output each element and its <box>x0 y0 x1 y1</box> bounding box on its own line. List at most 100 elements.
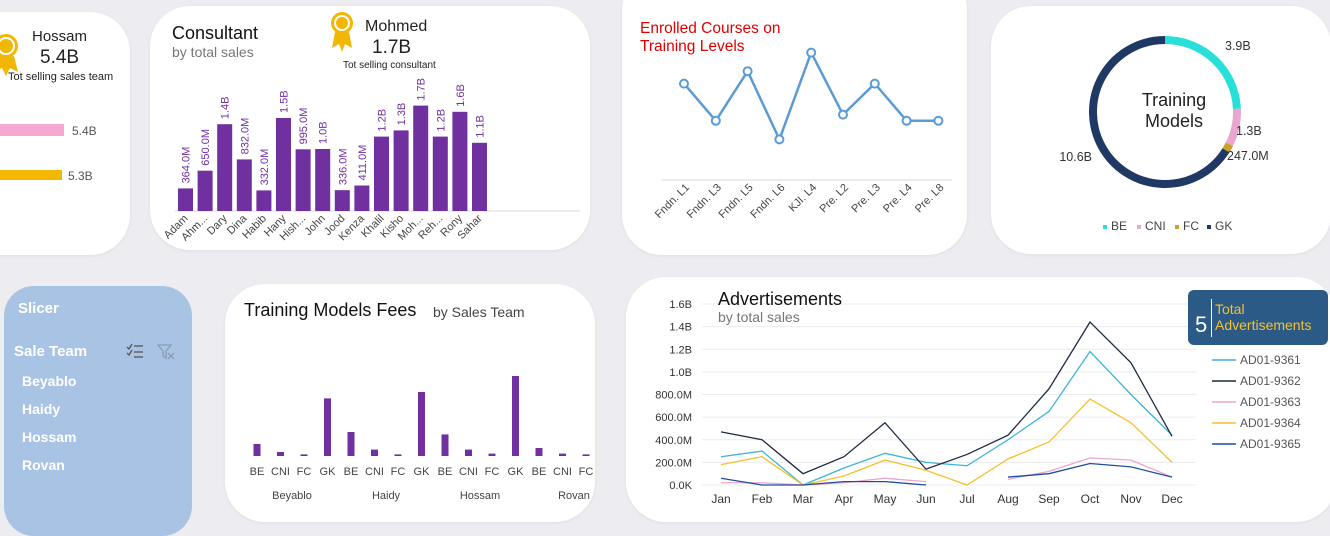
slicer-item-beyablo[interactable]: Beyablo <box>22 373 76 389</box>
fees-bar <box>300 454 308 456</box>
ads-ytick-label: 800.0M <box>655 390 692 402</box>
consultant-bar-label: 364.0M <box>181 147 193 184</box>
consultant-category-label: Dary <box>205 212 230 237</box>
ads-xtick-label: Dec <box>1161 492 1182 506</box>
consultant-bar-label: 1.6B <box>455 84 467 107</box>
fees-group-label: Rovan <box>558 490 590 502</box>
ads-xtick-label: Apr <box>835 492 854 506</box>
donut-label: 1.3B <box>1236 124 1262 138</box>
consultant-bar-label: 411.0M <box>357 145 369 181</box>
slicer-title: Slicer <box>18 300 59 317</box>
consultant-bar-label: 332.0M <box>259 149 271 186</box>
consultant-bar <box>295 149 311 211</box>
consultant-bar <box>452 111 468 211</box>
ads-ytick-label: 1.4B <box>669 322 692 334</box>
ads-series-line <box>720 321 1173 475</box>
ads-xtick-label: May <box>874 492 897 506</box>
consultant-bar <box>374 136 389 211</box>
consultant-bar <box>413 105 429 211</box>
courses-point <box>901 115 912 126</box>
fees-bar <box>441 434 449 456</box>
ads-ytick-label: 0.0K <box>669 480 692 492</box>
consultant-bar <box>217 124 233 211</box>
fees-category-label: BE <box>438 466 453 478</box>
consultant-bar <box>334 190 350 211</box>
donut-center-line1: Training <box>1141 90 1207 110</box>
top-sales-team-value: 5.4B <box>40 47 80 68</box>
fees-category-label: FC <box>391 466 406 478</box>
courses-point <box>869 78 880 89</box>
consultant-bar-chart: 364.0MAdam650.0MAhm...1.4BDary832.0MDina… <box>162 78 580 244</box>
ads-xtick-label: Nov <box>1120 492 1141 506</box>
training-models-card: 3.9B 1.3B 247.0M 10.6B BE CNI FC GK Training Mo… <box>991 6 1330 254</box>
fees-category-label: BE <box>532 466 547 478</box>
ads-ytick-label: 1.2B <box>669 344 692 356</box>
fees-bar <box>535 448 543 456</box>
fees-category-label: FC <box>485 466 500 478</box>
slicer-item-haidy[interactable]: Haidy <box>22 401 60 417</box>
team-bar-1 <box>0 124 64 136</box>
ads-series-line <box>720 398 1173 486</box>
fees-group-label: Beyablo <box>272 490 312 502</box>
consultant-bar <box>432 136 448 211</box>
consultant-bar-label: 336.0M <box>337 148 349 185</box>
slicer-item-rovan[interactable]: Rovan <box>22 457 65 473</box>
ads-legend-label: AD01-9363 <box>1240 395 1301 409</box>
fees-category-label: GK <box>414 466 431 478</box>
ads-legend-label: AD01-9362 <box>1240 374 1301 388</box>
fees-bar <box>277 452 284 456</box>
donut-label: 10.6B <box>1059 150 1092 164</box>
legend-label: BE <box>1111 219 1127 233</box>
ads-xtick-label: Jan <box>711 492 730 506</box>
top-sales-team-name: Hossam <box>32 28 88 45</box>
ads-legend-label: AD01-9361 <box>1240 353 1301 367</box>
consultant-bar-label: 832.0M <box>239 118 251 155</box>
total-ads-label-line1: Total <box>1215 301 1245 317</box>
enrolled-courses-card: Enrolled Courses on Training Levels Fndn… <box>622 0 967 255</box>
consultant-bar-label: 1.7B <box>416 78 428 101</box>
total-ads-count: 5 <box>1195 312 1208 337</box>
fees-bar <box>488 453 496 456</box>
fees-bar <box>371 449 378 456</box>
courses-point <box>710 115 721 126</box>
courses-line-chart: Fndn. L1Fndn. L3Fndn. L5Fndn. L6 KJI. L4P… <box>653 47 952 221</box>
fees-bar <box>394 454 402 456</box>
courses-point <box>742 66 753 77</box>
consultant-bar-label: 1.1B <box>475 115 487 138</box>
fees-category-label: FC <box>297 466 312 478</box>
clear-filter-icon[interactable] <box>157 344 175 360</box>
ads-legend-label: AD01-9364 <box>1240 416 1301 430</box>
total-ads-badge: 5 Total Advertisements <box>1188 290 1328 345</box>
fees-group-label: Haidy <box>372 490 401 502</box>
consultant-bar-label: 1.2B <box>435 109 447 132</box>
multi-select-icon[interactable] <box>126 343 144 359</box>
fees-bar <box>512 376 519 456</box>
consultant-bar <box>354 185 370 211</box>
courses-category-label: Pre. L4 <box>881 182 915 216</box>
courses-category-label: Pre. L2 <box>818 182 852 216</box>
slicer-field-label: Sale Team <box>14 343 88 360</box>
consultant-category-label: John <box>302 213 327 238</box>
ads-ytick-label: 1.0B <box>669 367 692 379</box>
fees-category-label: CNI <box>365 466 384 478</box>
slicer-item-hossam[interactable]: Hossam <box>22 429 76 445</box>
courses-line <box>683 49 939 143</box>
advertisements-card: 0.0K 200.0M 400.0M 600.0M 800.0M 1.0B 1.2B 1.4B… <box>626 277 1330 522</box>
sales-team-card: Hossam 5.4B Tot selling sales team 5.4B … <box>0 12 130 255</box>
legend-swatch <box>1103 225 1107 229</box>
fees-bar <box>418 392 425 456</box>
total-ads-label-line2: Advertisements <box>1215 317 1312 333</box>
consultant-bar-label: 1.2B <box>377 109 389 132</box>
legend-label: CNI <box>1145 219 1166 233</box>
legend-swatch <box>1137 225 1141 229</box>
donut-center-line2: Models <box>1144 111 1204 131</box>
courses-category-label: KJI. L4 <box>787 182 820 215</box>
team-bar-2 <box>0 170 62 180</box>
ads-ytick-label: 400.0M <box>655 435 692 447</box>
fees-bar <box>465 449 472 456</box>
courses-category-label: Pre. L3 <box>849 182 883 216</box>
ads-title: Advertisements <box>718 289 843 309</box>
badge-divider <box>1211 299 1212 337</box>
fees-category-label: BE <box>250 466 265 478</box>
team-bar-2-label: 5.3B <box>68 169 93 183</box>
